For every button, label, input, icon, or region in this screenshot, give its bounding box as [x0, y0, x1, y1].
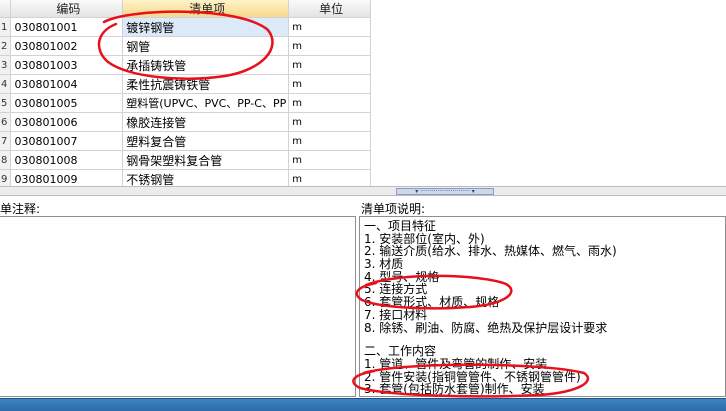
cell-code[interactable]: 030801007	[10, 131, 124, 151]
item-description-panel[interactable]: 一、项目特征 1. 安装部位(室内、外) 2. 输送介质(给水、排水、热媒体、燃…	[359, 216, 726, 397]
cell-code[interactable]: 030801002	[10, 36, 124, 56]
table-row[interactable]: 7 030801007 塑料复合管 m	[0, 131, 371, 151]
bill-items-table: 编码 清单项 单位 1 030801001 镀锌钢管 m 2 030801002…	[0, 0, 371, 189]
description-line: 1. 管道、管件及弯管的制作、安装	[364, 356, 548, 371]
cell-unit[interactable]: m	[288, 131, 371, 151]
cell-code[interactable]: 030801008	[10, 150, 124, 170]
cell-item-name[interactable]: 镀锌钢管	[122, 17, 290, 37]
cell-item-name[interactable]: 橡胶连接管	[122, 112, 290, 132]
table-row[interactable]: 6 030801006 橡胶连接管 m	[0, 112, 371, 132]
row-number: 7	[0, 131, 12, 151]
table-row[interactable]: 3 030801003 承插铸铁管 m	[0, 55, 371, 75]
table-row[interactable]: 4 030801004 柔性抗震铸铁管 m	[0, 74, 371, 94]
description-line: 8. 除锈、刷油、防腐、绝热及保护层设计要求	[364, 320, 608, 335]
bill-items-grid: 编码 清单项 单位 1 030801001 镀锌钢管 m 2 030801002…	[0, 0, 726, 189]
description-line: 6. 套管形式、材质、规格	[364, 295, 500, 310]
column-header-code[interactable]: 编码	[10, 0, 124, 18]
cell-code[interactable]: 030801001	[10, 17, 124, 37]
cell-item-name[interactable]: 钢骨架塑料复合管	[122, 150, 290, 170]
row-number: 3	[0, 55, 12, 75]
row-number: 5	[0, 93, 12, 113]
table-row[interactable]: 8 030801008 钢骨架塑料复合管 m	[0, 150, 371, 170]
table-row[interactable]: 1 030801001 镀锌钢管 m	[0, 17, 371, 37]
description-line: 7. 接口材料	[364, 307, 428, 322]
table-row[interactable]: 2 030801002 钢管 m	[0, 36, 371, 56]
notes-textarea[interactable]	[0, 216, 356, 397]
description-line: 一、项目特征	[364, 219, 437, 233]
row-number-header[interactable]	[0, 0, 12, 18]
cell-unit[interactable]: m	[288, 93, 371, 113]
table-row[interactable]: 5 030801005 塑料管(UPVC、PVC、PP-C、PP m	[0, 93, 371, 113]
description-line: 二、工作内容	[364, 344, 437, 359]
cell-unit[interactable]: m	[288, 150, 371, 170]
status-bar	[0, 398, 726, 411]
panel-splitter[interactable]: ▾ ·························· ▾	[0, 186, 726, 196]
cell-item-name[interactable]: 塑料管(UPVC、PVC、PP-C、PP	[122, 93, 290, 113]
notes-label: 单注释:	[0, 202, 41, 216]
row-number: 1	[0, 17, 12, 37]
row-number: 2	[0, 36, 12, 56]
description-line: 3. 套管(包括防水套管)制作、安装	[364, 382, 545, 397]
cell-unit[interactable]: m	[288, 112, 371, 132]
row-number: 6	[0, 112, 12, 132]
cell-item-name[interactable]: 柔性抗震铸铁管	[122, 74, 290, 94]
cell-item-name[interactable]: 塑料复合管	[122, 131, 290, 151]
cell-unit[interactable]: m	[288, 36, 371, 56]
column-header-item[interactable]: 清单项	[122, 0, 290, 18]
column-header-unit[interactable]: 单位	[288, 0, 371, 18]
collapse-toggle-button[interactable]: ▾ ·························· ▾	[396, 188, 494, 195]
row-number: 8	[0, 150, 12, 170]
cell-code[interactable]: 030801004	[10, 74, 124, 94]
cell-code[interactable]: 030801003	[10, 55, 124, 75]
cell-code[interactable]: 030801006	[10, 112, 124, 132]
grid-empty-area	[371, 0, 726, 186]
cell-unit[interactable]: m	[288, 74, 371, 94]
item-description-label: 清单项说明:	[361, 202, 426, 216]
row-number: 4	[0, 74, 12, 94]
cell-item-name[interactable]: 钢管	[122, 36, 290, 56]
cell-unit[interactable]: m	[288, 17, 371, 37]
table-header-row: 编码 清单项 单位	[0, 0, 371, 18]
cell-unit[interactable]: m	[288, 55, 371, 75]
cell-code[interactable]: 030801005	[10, 93, 124, 113]
description-line: 3. 材质	[364, 257, 404, 272]
description-line: 2. 输送介质(给水、排水、热媒体、燃气、雨水)	[364, 244, 617, 259]
cell-item-name[interactable]: 承插铸铁管	[122, 55, 290, 75]
